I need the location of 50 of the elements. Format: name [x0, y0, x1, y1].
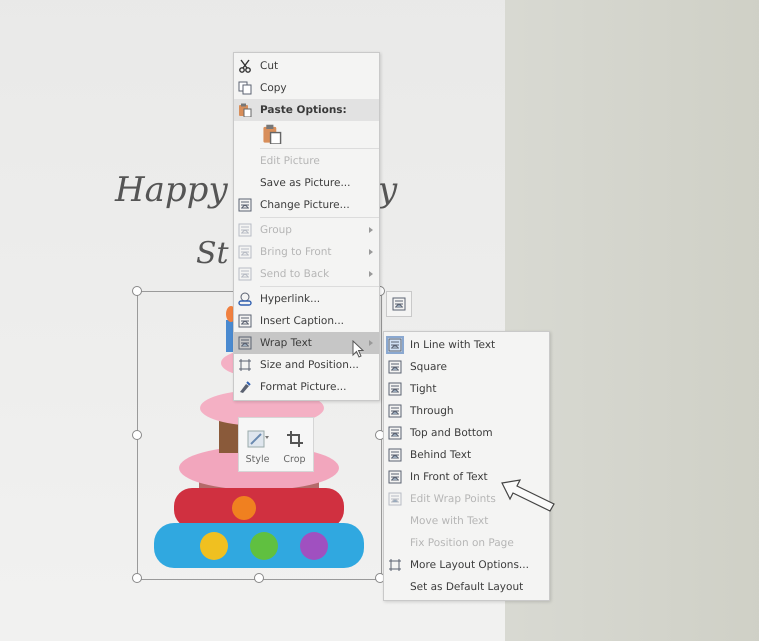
wrap-tight-icon	[388, 382, 402, 396]
menu-item[interactable]: Hyperlink...	[234, 288, 379, 310]
wrap-inline-icon	[392, 297, 406, 311]
menu-item[interactable]: Tight	[384, 378, 549, 400]
subheading-text: St	[196, 236, 229, 271]
menu-item[interactable]: Set as Default Layout	[384, 576, 549, 598]
layout-icon	[388, 558, 402, 572]
wrap-square-icon	[388, 360, 402, 374]
menu-item[interactable]: More Layout Options...	[384, 554, 549, 576]
menu-item[interactable]: In Front of Text	[384, 466, 549, 488]
brush-icon	[238, 380, 252, 394]
submenu-arrow-icon	[369, 249, 373, 255]
menu-header: Paste Options:	[234, 99, 379, 121]
menu-item[interactable]: Behind Text	[384, 444, 549, 466]
paste-option-button[interactable]	[262, 124, 282, 144]
menu-item[interactable]: Square	[384, 356, 549, 378]
submenu-arrow-icon	[369, 227, 373, 233]
resize-icon	[238, 358, 252, 372]
toolbar-button[interactable]: Crop	[276, 418, 313, 471]
menu-item[interactable]: Cut	[234, 55, 379, 77]
mouse-cursor-icon	[352, 340, 364, 358]
menu-item[interactable]: Insert Caption...	[234, 310, 379, 332]
menu-item[interactable]: Through	[384, 400, 549, 422]
style-icon	[246, 430, 268, 448]
copy-icon	[238, 81, 252, 95]
clipboard-icon	[238, 103, 252, 117]
heading-text: Happy	[115, 170, 228, 210]
behind-text-icon	[388, 448, 402, 462]
link-icon	[238, 292, 252, 306]
layout-options-button[interactable]	[386, 291, 412, 317]
scissors-icon	[238, 59, 252, 73]
menu-item[interactable]: Copy	[234, 77, 379, 99]
submenu-arrow-icon	[369, 271, 373, 277]
wrap-through-icon	[388, 404, 402, 418]
menu-item[interactable]: Save as Picture...	[234, 172, 379, 194]
menu-item[interactable]: In Line with Text	[384, 334, 549, 356]
wrap-points-icon	[388, 492, 402, 506]
menu-item[interactable]: Wrap Text	[234, 332, 379, 354]
wrap-top-bottom-icon	[388, 426, 402, 440]
clipboard-icon	[262, 124, 282, 144]
menu-item[interactable]: Format Picture...	[234, 376, 379, 398]
wrap-text-icon	[238, 336, 252, 350]
front-of-text-icon	[388, 470, 402, 484]
crop-icon	[286, 430, 304, 448]
menu-item[interactable]: Change Picture...	[234, 194, 379, 216]
submenu-arrow-icon	[369, 340, 373, 346]
wrap-inline-icon	[388, 338, 402, 352]
menu-item[interactable]: Top and Bottom	[384, 422, 549, 444]
menu-item[interactable]: Size and Position...	[234, 354, 379, 376]
toolbar-button[interactable]: Style	[239, 418, 276, 471]
